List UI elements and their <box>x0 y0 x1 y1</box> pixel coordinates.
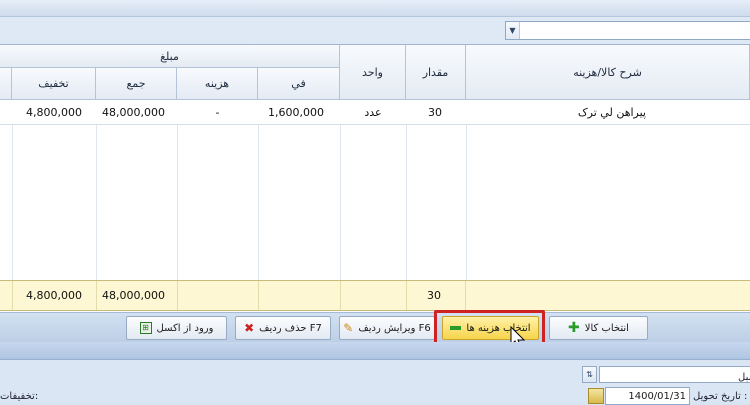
bottom-panel: ⇅ مبل 1400/01/31 تاريخ تحويل : تخفيفات: … <box>0 360 750 405</box>
column-divider <box>406 125 407 281</box>
total-discount: 4,800,000 <box>12 281 96 310</box>
close-icon: ✖ <box>244 321 255 335</box>
spinner-icon[interactable]: ⇅ <box>582 366 597 383</box>
select-goods-button[interactable]: ✚ انتخاب كالا <box>549 316 648 340</box>
discounts-label-left: تخفيفات: <box>0 391 38 402</box>
delivery-date-label: تاريخ تحويل : <box>693 391 748 402</box>
column-divider <box>466 125 467 281</box>
footer-cell <box>340 281 406 310</box>
column-divider <box>177 125 178 281</box>
header-quantity[interactable]: مقدار <box>406 45 466 100</box>
amount-label: مبل <box>738 372 750 383</box>
cell-unit[interactable]: عدد <box>340 100 406 124</box>
filter-combo[interactable]: ▼ <box>505 21 750 40</box>
header-discount[interactable]: تخفيف <box>12 68 96 100</box>
footer-cell <box>258 281 340 310</box>
cell-cost[interactable]: - <box>177 100 258 124</box>
header-unit-price[interactable]: في <box>258 68 340 100</box>
section-separator <box>0 342 750 360</box>
filter-strip: ▼ <box>0 17 750 44</box>
table-row[interactable]: پيراهن لي ترک 30 عدد 1,600,000 - 48,000,… <box>0 100 750 124</box>
import-excel-button[interactable]: ⊞ ورود از اكسل <box>126 316 227 340</box>
delivery-date-input[interactable]: 1400/01/31 <box>605 387 690 405</box>
row-divider <box>0 124 750 125</box>
cell-total[interactable]: 48,000,000 <box>96 100 177 124</box>
cell-unit-price[interactable]: 1,600,000 <box>258 100 340 124</box>
edit-row-label: ويرايش رديف F6 <box>358 322 431 334</box>
cell-discount[interactable]: 4,800,000 <box>12 100 96 124</box>
column-divider <box>96 125 97 281</box>
items-grid: شرح كالا/هزينه مقدار واحد مبلغ في هزينه … <box>0 44 750 312</box>
header-total[interactable]: جمع <box>96 68 177 100</box>
delete-row-label: حذف رديف F7 <box>259 322 322 334</box>
totals-row: 30 48,000,000 4,800,000 <box>0 280 750 311</box>
chevron-down-icon[interactable]: ▼ <box>506 22 520 39</box>
total-sum: 48,000,000 <box>96 281 177 310</box>
pencil-icon: ✎ <box>343 321 354 335</box>
cell-quantity[interactable]: 30 <box>406 100 466 124</box>
header-unit[interactable]: واحد <box>340 45 406 100</box>
amount-input[interactable] <box>599 366 750 383</box>
delete-row-button[interactable]: ✖ حذف رديف F7 <box>235 316 331 340</box>
import-excel-label: ورود از اكسل <box>156 322 214 334</box>
excel-icon: ⊞ <box>139 322 152 334</box>
edit-row-button[interactable]: ✎ ويرايش رديف F6 <box>339 316 435 340</box>
plus-icon: ✚ <box>568 320 580 336</box>
header-description[interactable]: شرح كالا/هزينه <box>466 45 750 100</box>
column-divider <box>258 125 259 281</box>
window-top-bar <box>0 0 750 17</box>
total-quantity: 30 <box>406 281 466 310</box>
header-extra <box>0 68 12 100</box>
discounts-text: تخفيفات: <box>0 391 39 402</box>
column-divider <box>12 125 13 281</box>
header-amount-group: مبلغ <box>0 45 340 68</box>
action-toolbar: ✚ انتخاب كالا انتخاب هزينه ها ✎ ويرايش ر… <box>0 312 750 342</box>
select-goods-label: انتخاب كالا <box>584 322 629 334</box>
cell-description[interactable]: پيراهن لي ترک <box>466 100 750 124</box>
header-cost[interactable]: هزينه <box>177 68 258 100</box>
footer-cell <box>177 281 258 310</box>
column-divider <box>340 125 341 281</box>
